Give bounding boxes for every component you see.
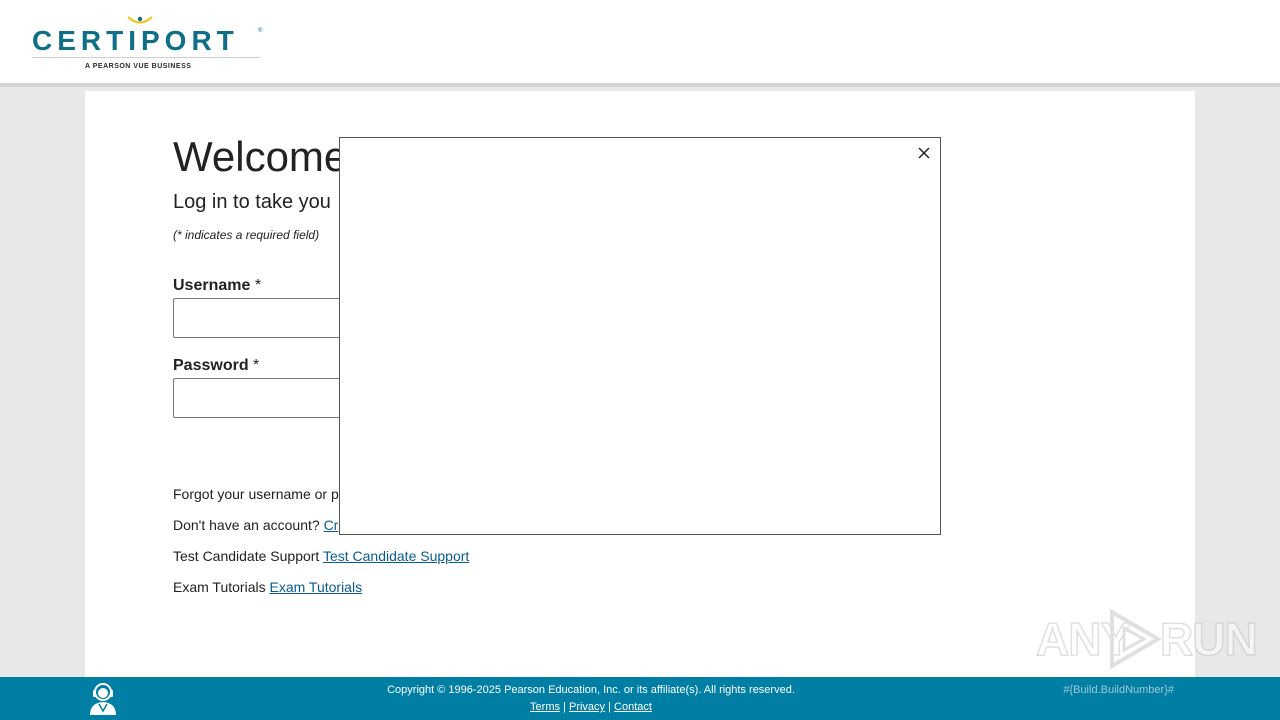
no-account-text: Don't have an account? (173, 517, 320, 533)
privacy-link[interactable]: Privacy (569, 701, 605, 713)
logo-tagline: A PEARSON VUE BUSINESS (85, 63, 192, 70)
modal-dialog (339, 137, 941, 535)
username-label: Username * (173, 277, 261, 295)
required-field-note: (* indicates a required field) (173, 228, 320, 242)
site-header: CERTIPORT ® A PEARSON VUE BUSINESS (0, 0, 1280, 87)
exam-tutorials-link[interactable]: Exam Tutorials (269, 579, 362, 595)
footer-separator: | (563, 701, 566, 713)
tutorials-line: Exam Tutorials Exam Tutorials (173, 579, 362, 595)
watermark-text-right: RUN (1159, 612, 1258, 666)
page-title: Welcome (173, 133, 348, 180)
play-logo-icon (1110, 608, 1162, 670)
forgot-credentials-line: Forgot your username or p (173, 486, 339, 502)
footer-separator: | (608, 701, 611, 713)
support-text: Test Candidate Support (173, 548, 320, 564)
support-line: Test Candidate Support Test Candidate Su… (173, 548, 469, 564)
close-icon[interactable] (917, 146, 931, 160)
required-asterisk: * (254, 277, 262, 294)
username-label-text: Username (173, 277, 251, 294)
create-account-link[interactable]: Cr (324, 517, 339, 533)
terms-link[interactable]: Terms (530, 701, 560, 713)
build-number: #{Build.BuildNumber}# (1063, 684, 1174, 696)
site-footer: Copyright © 1996-2025 Pearson Education,… (0, 677, 1280, 720)
logo-divider (32, 57, 260, 58)
logo-wordmark: CERTIPORT (32, 25, 239, 56)
certiport-logo[interactable]: CERTIPORT ® A PEARSON VUE BUSINESS (30, 14, 266, 74)
contact-link[interactable]: Contact (614, 701, 652, 713)
page-subtitle: Log in to take you (173, 191, 331, 213)
create-account-line: Don't have an account? Cr (173, 517, 338, 533)
required-asterisk: * (253, 357, 260, 374)
password-label-text: Password (173, 357, 249, 374)
logo-registered-mark: ® (258, 28, 263, 34)
tutorials-text: Exam Tutorials (173, 579, 266, 595)
copyright-text: Copyright © 1996-2025 Pearson Education,… (387, 684, 795, 696)
footer-links: Terms | Privacy | Contact (0, 701, 1182, 713)
test-candidate-support-link[interactable]: Test Candidate Support (323, 548, 469, 564)
anyrun-watermark: ANY RUN (1035, 606, 1258, 672)
forgot-credentials-text[interactable]: Forgot your username or p (173, 486, 339, 502)
password-label: Password * (173, 357, 259, 375)
